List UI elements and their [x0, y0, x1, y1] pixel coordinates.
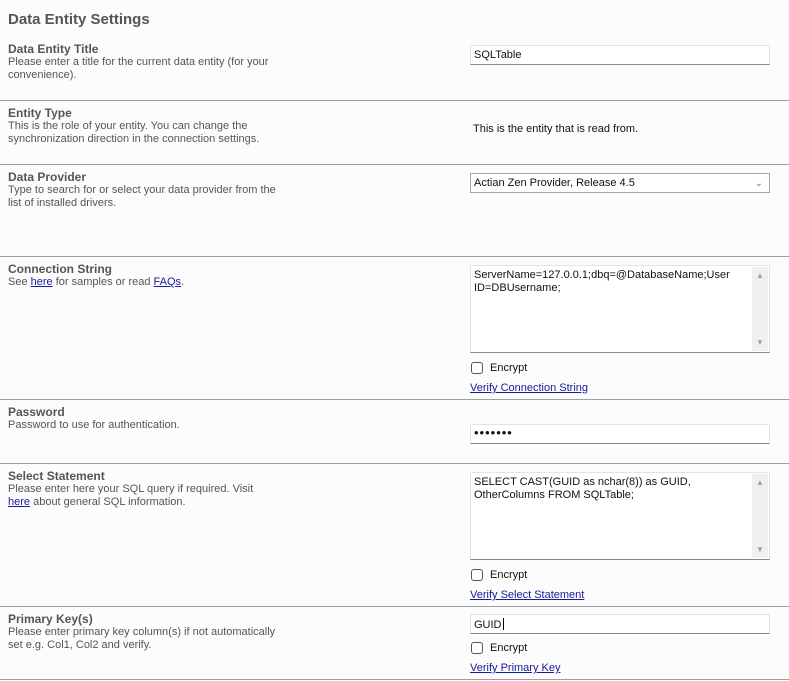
section-password: Password Password to use for authenticat… — [0, 405, 789, 464]
connection-string-value: ServerName=127.0.0.1;dbq=@DatabaseName;U… — [474, 269, 730, 294]
select-statement-textarea[interactable]: SELECT CAST(GUID as nchar(8)) as GUID, O… — [470, 472, 770, 560]
section-data-provider: Data Provider Type to search for or sele… — [0, 170, 789, 257]
encrypt-label: Encrypt — [490, 362, 528, 374]
verify-connection-string-link[interactable]: Verify Connection String — [470, 382, 588, 394]
password-input[interactable]: ••••••• — [470, 424, 770, 444]
section-entity-title: Data Entity Title Please enter a title f… — [0, 42, 789, 101]
primary-key-value: GUID — [474, 619, 502, 631]
verify-select-statement-link[interactable]: Verify Select Statement — [470, 589, 584, 601]
samples-link[interactable]: here — [31, 276, 53, 288]
chevron-down-icon[interactable]: ⌄ — [755, 177, 763, 190]
password-label: Password — [8, 405, 65, 419]
data-provider-description: Type to search for or select your data p… — [8, 184, 276, 209]
scroll-down-icon[interactable]: ▼ — [752, 338, 768, 347]
entity-type-description: This is the role of your entity. You can… — [8, 120, 260, 145]
desc-text: See — [8, 276, 31, 288]
scroll-up-icon[interactable]: ▲ — [752, 478, 768, 487]
select-statement-label: Select Statement — [8, 469, 105, 483]
scroll-down-icon[interactable]: ▼ — [752, 545, 768, 554]
primary-key-input[interactable]: GUID — [470, 614, 770, 634]
primary-key-description: Please enter primary key column(s) if no… — [8, 626, 276, 651]
scrollbar[interactable]: ▲ ▼ — [752, 267, 768, 351]
connection-string-label: Connection String — [8, 262, 112, 276]
primary-key-encrypt-checkbox[interactable] — [471, 642, 483, 654]
entity-title-label: Data Entity Title — [8, 42, 99, 56]
section-select-statement: Select Statement Please enter here your … — [0, 469, 789, 607]
entity-title-description: Please enter a title for the current dat… — [8, 56, 269, 81]
desc-text: Please enter here your SQL query if requ… — [8, 483, 254, 495]
connection-string-description: See here for samples or read FAQs. — [8, 276, 278, 289]
primary-key-label: Primary Key(s) — [8, 612, 93, 626]
section-primary-key: Primary Key(s) Please enter primary key … — [0, 612, 789, 680]
section-connection-string: Connection String See here for samples o… — [0, 262, 789, 400]
data-provider-selected: Actian Zen Provider, Release 4.5 — [474, 177, 635, 189]
encrypt-label: Encrypt — [490, 642, 528, 654]
desc-text: for samples or read — [52, 276, 154, 288]
connection-string-encrypt-checkbox[interactable] — [471, 362, 483, 374]
text-caret — [502, 618, 504, 630]
data-provider-select[interactable]: Actian Zen Provider, Release 4.5 ⌄ — [470, 173, 770, 193]
connection-string-textarea[interactable]: ServerName=127.0.0.1;dbq=@DatabaseName;U… — [470, 265, 770, 353]
select-statement-description: Please enter here your SQL query if requ… — [8, 483, 278, 509]
desc-text: about general SQL information. — [30, 496, 186, 508]
faqs-link[interactable]: FAQs — [154, 276, 182, 288]
sql-info-link[interactable]: here — [8, 496, 30, 508]
entity-title-input[interactable]: SQLTable — [470, 45, 770, 65]
scrollbar[interactable]: ▲ ▼ — [752, 474, 768, 558]
select-statement-value: SELECT CAST(GUID as nchar(8)) as GUID, O… — [474, 476, 691, 501]
password-description: Password to use for authentication. — [8, 419, 180, 431]
page-title: Data Entity Settings — [8, 11, 150, 28]
desc-text: . — [181, 276, 185, 288]
entity-type-value: This is the entity that is read from. — [473, 123, 639, 135]
entity-type-label: Entity Type — [8, 106, 72, 120]
verify-primary-key-link[interactable]: Verify Primary Key — [470, 662, 560, 674]
scroll-up-icon[interactable]: ▲ — [752, 271, 768, 280]
section-entity-type: Entity Type This is the role of your ent… — [0, 106, 789, 165]
encrypt-label: Encrypt — [490, 569, 528, 581]
select-statement-encrypt-checkbox[interactable] — [471, 569, 483, 581]
data-provider-label: Data Provider — [8, 170, 87, 184]
